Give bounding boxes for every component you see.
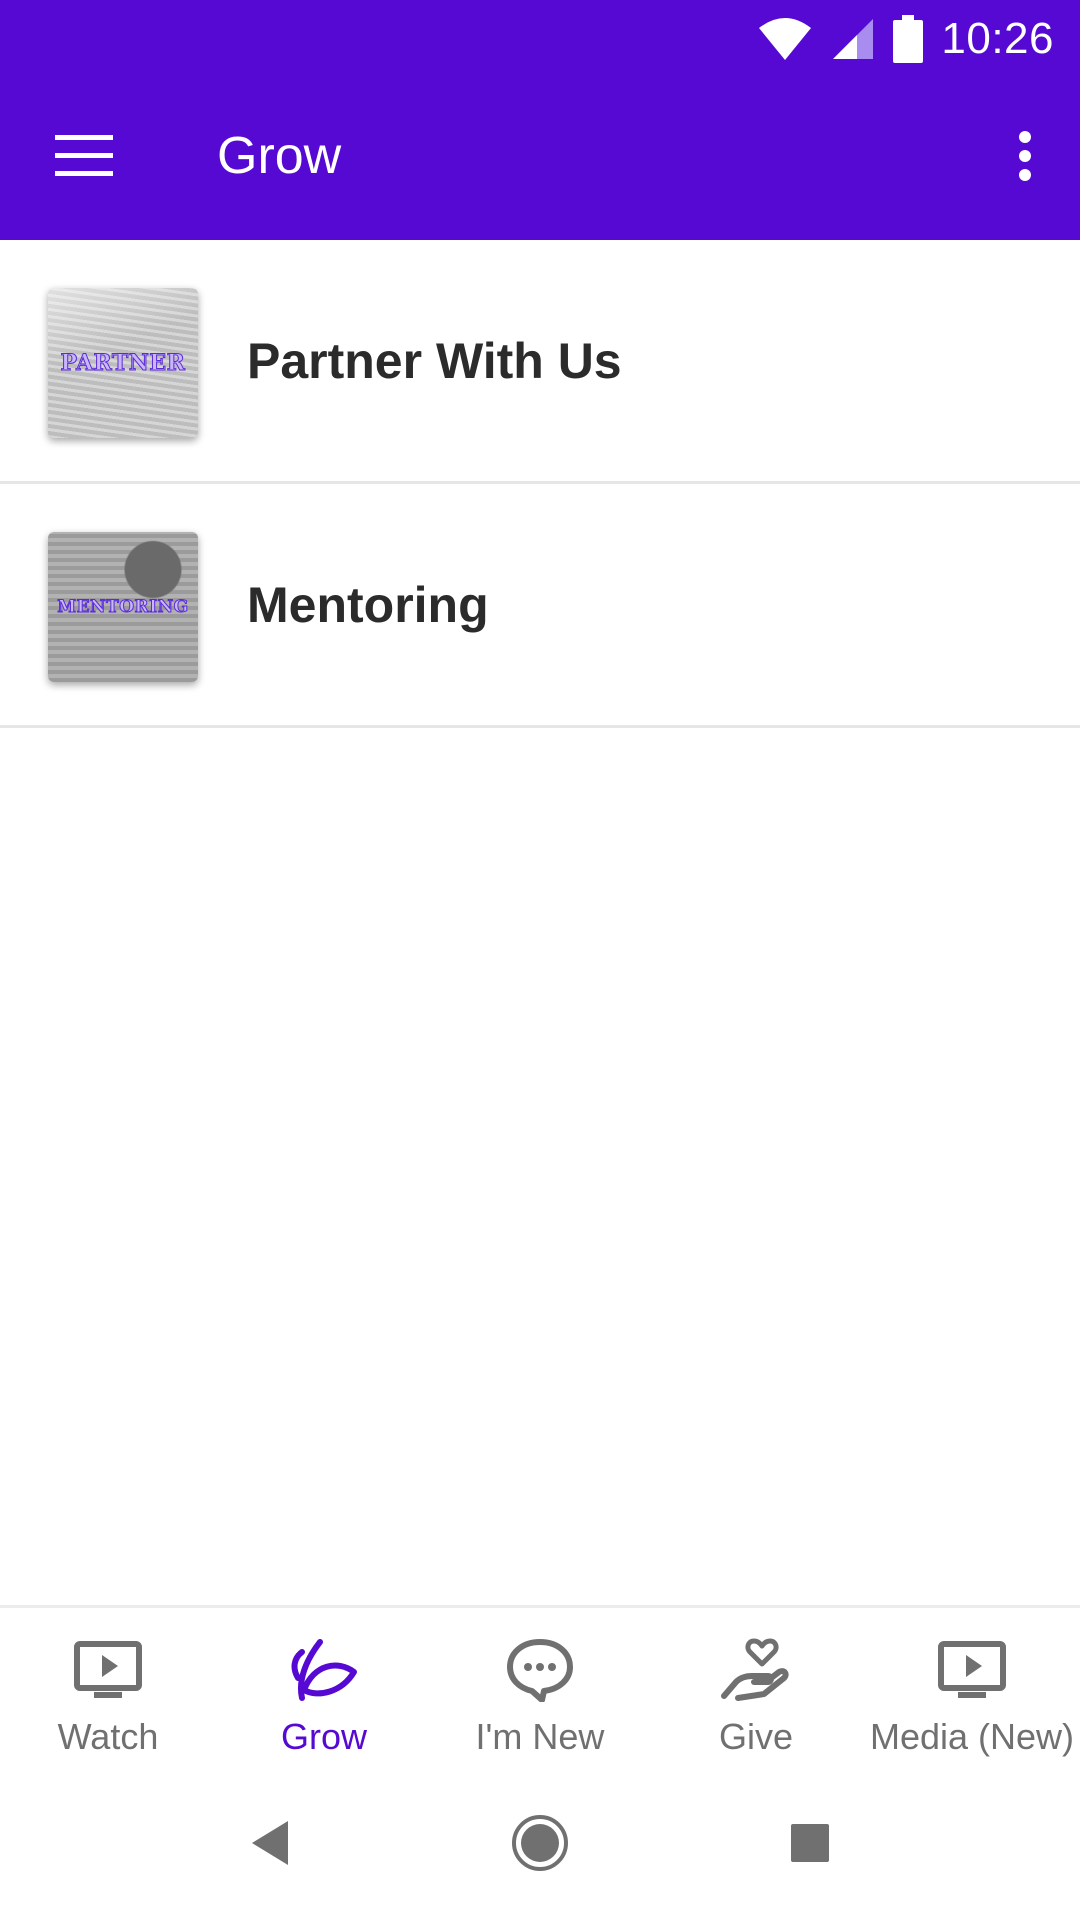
chat-bubble-icon [504, 1638, 576, 1703]
wifi-icon [757, 16, 813, 62]
nav-label: Give [718, 1716, 794, 1757]
cell-signal-icon [831, 17, 875, 61]
status-bar: 10:26 [0, 0, 1080, 78]
status-icons: 10:26 [757, 10, 1054, 68]
thumbnail-text: MENTORING [57, 597, 189, 618]
leaf-icon [288, 1638, 360, 1702]
recents-icon [790, 1823, 830, 1868]
list-item-mentoring[interactable]: MENTORING Mentoring [0, 484, 1080, 728]
recents-button[interactable] [770, 1810, 850, 1880]
screen: 10:26 Grow PARTNER Partner With Us MENTO… [0, 0, 1080, 1920]
nav-item-media-new[interactable]: Media (New) [864, 1608, 1080, 1773]
page-title: Grow [217, 127, 342, 185]
menu-button[interactable] [30, 118, 138, 198]
nav-item-give[interactable]: Give [648, 1608, 864, 1773]
list-item-label: Partner With Us [247, 332, 622, 389]
nav-label: Media (New) [869, 1716, 1075, 1757]
tv-play-icon [936, 1638, 1008, 1702]
list-item-partner-with-us[interactable]: PARTNER Partner With Us [0, 240, 1080, 484]
nav-item-watch[interactable]: Watch [0, 1608, 216, 1773]
back-button[interactable] [230, 1810, 310, 1880]
back-icon [248, 1819, 292, 1872]
app-bar: Grow [0, 78, 1080, 240]
nav-label: I'm New [475, 1716, 605, 1757]
thumbnail-text: PARTNER [60, 350, 186, 377]
home-button[interactable] [500, 1810, 580, 1880]
status-time: 10:26 [941, 14, 1054, 63]
more-vert-icon [1018, 130, 1032, 186]
nav-item-grow[interactable]: Grow [216, 1608, 432, 1773]
hand-heart-icon [720, 1638, 792, 1702]
tv-play-icon [72, 1638, 144, 1702]
content-list: PARTNER Partner With Us MENTORING Mentor… [0, 240, 1080, 728]
overflow-menu-button[interactable] [990, 118, 1060, 198]
nav-item-im-new[interactable]: I'm New [432, 1608, 648, 1773]
nav-label: Grow [280, 1716, 367, 1757]
hamburger-menu-icon [55, 134, 113, 182]
battery-icon [893, 15, 924, 63]
bottom-navigation: Watch Grow I'm New Give Media (New) [0, 1605, 1080, 1770]
thumbnail-image: PARTNER [48, 288, 198, 438]
system-navigation-bar [0, 1770, 1080, 1920]
home-icon [510, 1813, 570, 1878]
nav-label: Watch [57, 1716, 159, 1757]
thumbnail-image: MENTORING [48, 532, 198, 682]
list-item-label: Mentoring [247, 576, 489, 633]
